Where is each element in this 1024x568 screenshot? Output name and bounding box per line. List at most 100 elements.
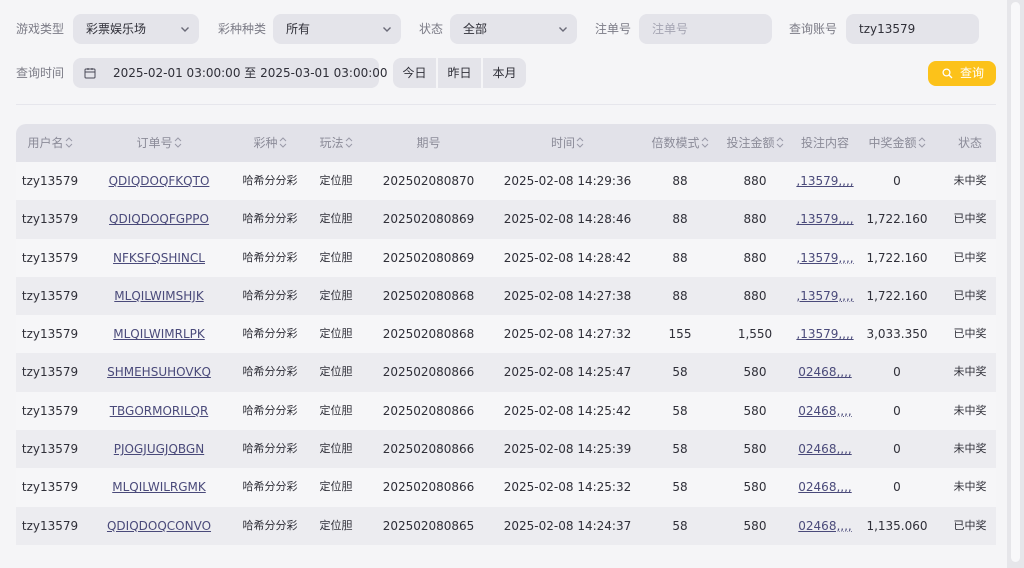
cell-multiplier: 88 <box>672 288 688 303</box>
cell-status: 已中奖 <box>953 518 987 532</box>
cell-status: 未中奖 <box>953 365 987 379</box>
game-type-value: 彩票娱乐场 <box>86 22 147 36</box>
cell-multiplier: 88 <box>672 250 688 265</box>
cell-order-number[interactable]: QDIQDOQFGPPO <box>84 200 234 238</box>
scrollbar-thumb[interactable] <box>1011 2 1020 562</box>
cell-win-amount: 1,135.060 <box>866 518 928 533</box>
this-month-button[interactable]: 本月 <box>483 58 526 88</box>
cell-issue: 202502080869 <box>382 212 475 227</box>
table-header: 用户名 订单号 彩种 玩法 期号 时间 倍数模式 投注金额 投注内容 中奖金额 状态 <box>16 124 996 162</box>
game-type-label: 游戏类型 <box>16 22 65 36</box>
order-number-input[interactable]: 注单号 <box>639 14 772 44</box>
sort-icon[interactable] <box>701 125 709 163</box>
th-bet-amount[interactable]: 投注金额 <box>716 124 794 162</box>
sort-icon[interactable] <box>174 125 182 163</box>
th-issue: 期号 <box>366 124 491 162</box>
cell-bet-content[interactable]: 02468,,,, <box>794 430 856 468</box>
header-label: 彩种 <box>253 136 278 150</box>
today-button[interactable]: 今日 <box>393 58 436 88</box>
cell-status: 未中奖 <box>953 442 987 456</box>
sort-icon[interactable] <box>345 125 353 163</box>
cell-username: tzy13579 <box>21 403 79 418</box>
header-label: 用户名 <box>27 136 64 150</box>
header-label: 玩法 <box>319 136 344 150</box>
header-label: 订单号 <box>136 136 173 150</box>
date-range-picker[interactable]: 2025-02-01 03:00:00 至 2025-03-01 03:00:0… <box>73 58 388 88</box>
cell-status: 未中奖 <box>953 403 987 417</box>
cell-win-amount: 0 <box>893 365 901 380</box>
cell-order-number[interactable]: MLQILWILRGMK <box>84 468 234 506</box>
cell-bet-content[interactable]: ,13579,,,, <box>794 277 856 315</box>
order-number-label: 注单号 <box>595 22 632 36</box>
account-input[interactable]: tzy13579 <box>846 14 979 44</box>
cell-bet-content[interactable]: 02468,,,, <box>794 392 856 430</box>
sort-icon[interactable] <box>576 125 584 163</box>
cell-order-number[interactable]: MLQILWIMSHJK <box>84 277 234 315</box>
cell-order-number[interactable]: TBGORMORILQR <box>84 392 234 430</box>
th-order-number[interactable]: 订单号 <box>84 124 234 162</box>
table-row: tzy13579 NFKSFQSHINCL 哈希分分彩 定位胆 202502080869… <box>16 238 996 277</box>
status-select[interactable]: 全部 <box>450 14 577 44</box>
sort-icon[interactable] <box>918 125 926 163</box>
cell-order-number[interactable]: QDIQDOQCONVO <box>84 507 234 545</box>
divider <box>16 104 996 105</box>
bet-records-table: 用户名 订单号 彩种 玩法 期号 时间 倍数模式 投注金额 投注内容 中奖金额 状态 tzy1357… <box>16 124 996 545</box>
lottery-type-select[interactable]: 所有 <box>273 14 401 44</box>
cell-time: 2025-02-08 14:25:47 <box>503 365 632 380</box>
cell-status: 已中奖 <box>953 212 987 226</box>
chevron-down-icon <box>383 27 391 32</box>
query-time-label: 查询时间 <box>16 66 65 80</box>
cell-play-type: 定位胆 <box>319 212 353 226</box>
cell-issue: 202502080866 <box>382 480 475 495</box>
search-button[interactable]: 查询 <box>928 61 996 86</box>
cell-order-number[interactable]: PJOGJUGJQBGN <box>84 430 234 468</box>
yesterday-button[interactable]: 昨日 <box>438 58 481 88</box>
date-range-text: 2025-02-01 03:00:00 至 2025-03-01 03:00:0… <box>113 66 388 80</box>
th-time[interactable]: 时间 <box>491 124 644 162</box>
cell-time: 2025-02-08 14:27:38 <box>503 288 632 303</box>
cell-bet-content[interactable]: ,13579,,,, <box>794 162 856 200</box>
cell-bet-content[interactable]: ,13579,,,, <box>794 239 856 277</box>
table-row: tzy13579 QDIQDOQFGPPO 哈希分分彩 定位胆 202502080869… <box>16 200 996 239</box>
status-value: 全部 <box>463 22 488 36</box>
cell-bet-content[interactable]: 02468,,,, <box>794 507 856 545</box>
cell-order-number[interactable]: MLQILWIMRLPK <box>84 315 234 353</box>
cell-bet-content[interactable]: 02468,,,, <box>794 468 856 506</box>
cell-order-number[interactable]: SHMEHSUHOVKQ <box>84 353 234 391</box>
cell-multiplier: 155 <box>668 327 692 342</box>
th-multiplier[interactable]: 倍数模式 <box>644 124 716 162</box>
search-icon <box>942 68 953 79</box>
th-username[interactable]: 用户名 <box>16 124 84 162</box>
scrollbar[interactable] <box>1007 0 1024 568</box>
cell-play-type: 定位胆 <box>319 288 353 302</box>
cell-win-amount: 1,722.160 <box>866 288 928 303</box>
cell-bet-amount: 580 <box>743 518 767 533</box>
cell-order-number[interactable]: QDIQDOQFKQTO <box>84 162 234 200</box>
th-play-type[interactable]: 玩法 <box>306 124 366 162</box>
cell-order-number[interactable]: NFKSFQSHINCL <box>84 239 234 277</box>
sort-icon[interactable] <box>65 125 73 163</box>
th-win-amount[interactable]: 中奖金额 <box>856 124 938 162</box>
sort-icon[interactable] <box>776 125 784 163</box>
th-lottery[interactable]: 彩种 <box>234 124 306 162</box>
cell-lottery: 哈希分分彩 <box>242 212 298 226</box>
cell-multiplier: 88 <box>672 212 688 227</box>
table-row: tzy13579 QDIQDOQCONVO 哈希分分彩 定位胆 202502080865… <box>16 506 996 545</box>
game-type-select[interactable]: 彩票娱乐场 <box>73 14 199 44</box>
cell-bet-content[interactable]: ,13579,,,, <box>794 200 856 238</box>
cell-issue: 202502080868 <box>382 327 475 342</box>
sort-icon[interactable] <box>279 125 287 163</box>
cell-username: tzy13579 <box>21 174 79 188</box>
table-row: tzy13579 MLQILWIMSHJK 哈希分分彩 定位胆 202502080868… <box>16 276 996 316</box>
cell-issue: 202502080870 <box>382 174 475 188</box>
cell-bet-content[interactable]: ,13579,,,, <box>794 315 856 353</box>
cell-issue: 202502080866 <box>382 442 475 457</box>
cell-multiplier: 58 <box>672 442 688 457</box>
cell-username: tzy13579 <box>21 442 79 457</box>
cell-bet-content[interactable]: 02468,,,, <box>794 353 856 391</box>
cell-bet-amount: 580 <box>743 403 767 418</box>
table-row: tzy13579 PJOGJUGJQBGN 哈希分分彩 定位胆 202502080866… <box>16 430 996 469</box>
table-row: tzy13579 SHMEHSUHOVKQ 哈希分分彩 定位胆 202502080866… <box>16 353 996 392</box>
chevron-down-icon <box>559 27 567 32</box>
table-row: tzy13579 MLQILWILRGMK 哈希分分彩 定位胆 202502080866… <box>16 468 996 507</box>
